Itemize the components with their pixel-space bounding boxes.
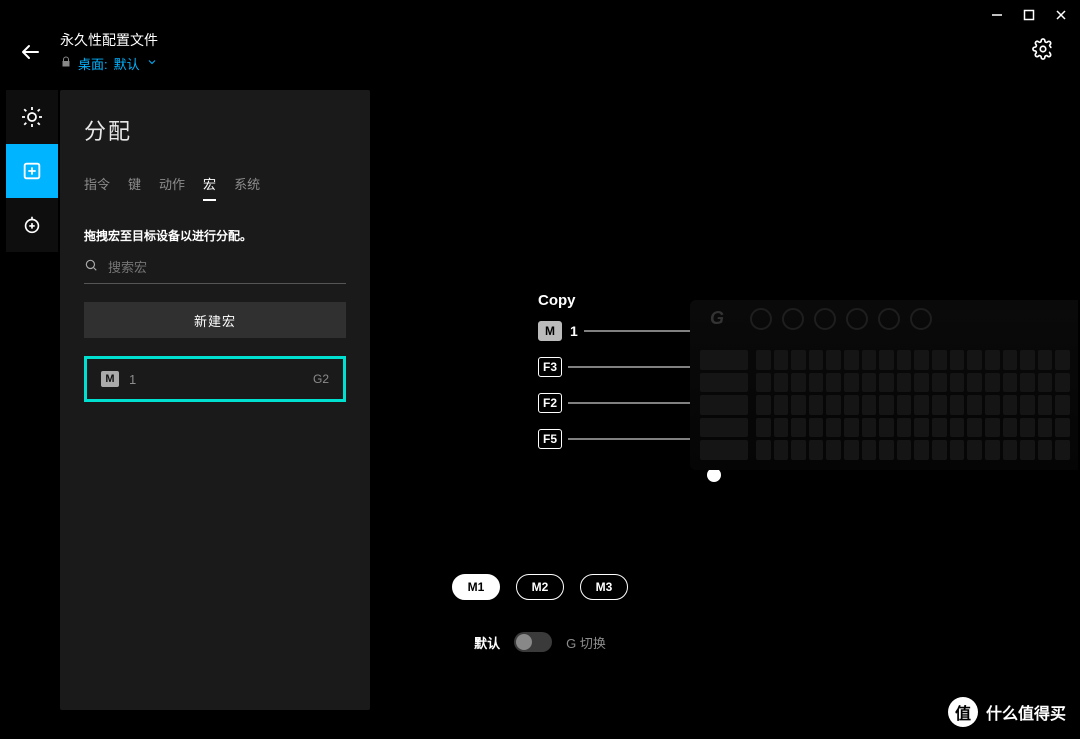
keyboard-device[interactable]	[690, 300, 1080, 470]
new-macro-button[interactable]: 新建宏	[84, 302, 346, 338]
tab-macros[interactable]: 宏	[203, 174, 216, 201]
g-shift-toggle-row: 默认 G 切换	[0, 632, 1080, 652]
tab-system[interactable]: 系统	[234, 174, 260, 201]
panel-title: 分配	[84, 114, 346, 146]
toggle-label-right: G 切换	[566, 633, 606, 652]
g-keys-column	[700, 350, 748, 460]
window-close[interactable]	[1054, 8, 1068, 22]
watermark-text: 什么值得买	[986, 700, 1066, 724]
drag-hint: 拖拽宏至目标设备以进行分配。	[84, 227, 346, 244]
mode-m3[interactable]: M3	[580, 574, 628, 600]
key-badge: F3	[538, 357, 562, 377]
window-minimize[interactable]	[990, 8, 1004, 22]
mode-m1[interactable]: M1	[452, 574, 500, 600]
key-badge: F2	[538, 393, 562, 413]
search-icon	[84, 258, 98, 277]
search-row	[84, 258, 346, 284]
callout-wire	[568, 356, 708, 378]
search-input[interactable]	[106, 259, 346, 276]
macro-tag: M	[101, 371, 119, 387]
tab-keys[interactable]: 键	[128, 174, 141, 201]
back-button[interactable]	[18, 40, 42, 69]
chevron-down-icon	[146, 56, 158, 71]
callout-wire	[568, 428, 708, 450]
settings-button[interactable]	[1032, 38, 1054, 65]
macro-assigned-key: G2	[313, 372, 329, 386]
callout-label: 1	[570, 323, 578, 339]
watermark-badge: 值	[948, 697, 978, 727]
key-badge: F5	[538, 429, 562, 449]
g-shift-toggle[interactable]	[514, 632, 552, 652]
tab-commands[interactable]: 指令	[84, 174, 110, 201]
nav-lighting[interactable]	[6, 90, 58, 144]
side-nav	[6, 90, 58, 252]
profile-selector[interactable]: 桌面: 默认	[60, 54, 158, 73]
window-controls	[978, 0, 1080, 30]
key-badge: M	[538, 321, 562, 341]
assign-panel: 分配 指令 键 动作 宏 系统 拖拽宏至目标设备以进行分配。 新建宏 M 1 G…	[60, 90, 370, 710]
media-dials	[750, 308, 932, 330]
window-maximize[interactable]	[1022, 8, 1036, 22]
nav-assignments[interactable]	[6, 144, 58, 198]
macro-item[interactable]: M 1 G2	[84, 356, 346, 402]
device-stage: Copy M 1 F3 F2 F5	[390, 260, 1080, 490]
m-mode-selector: M1 M2 M3	[0, 574, 1080, 600]
tab-actions[interactable]: 动作	[159, 174, 185, 201]
callout-wire	[568, 392, 708, 414]
nav-game-mode[interactable]	[6, 198, 58, 252]
assign-tabs: 指令 键 动作 宏 系统	[84, 174, 346, 201]
callout-title: Copy	[538, 292, 576, 309]
key-grid	[756, 350, 1070, 460]
watermark: 值 什么值得买	[948, 697, 1066, 727]
lock-icon	[60, 56, 72, 71]
toggle-label-left: 默认	[474, 633, 500, 652]
profile-prefix: 桌面:	[78, 54, 108, 73]
macro-label: 1	[129, 372, 136, 387]
profile-value: 默认	[114, 54, 140, 73]
header: 永久性配置文件 桌面: 默认	[18, 30, 158, 73]
profile-title: 永久性配置文件	[60, 30, 158, 50]
mode-m2[interactable]: M2	[516, 574, 564, 600]
